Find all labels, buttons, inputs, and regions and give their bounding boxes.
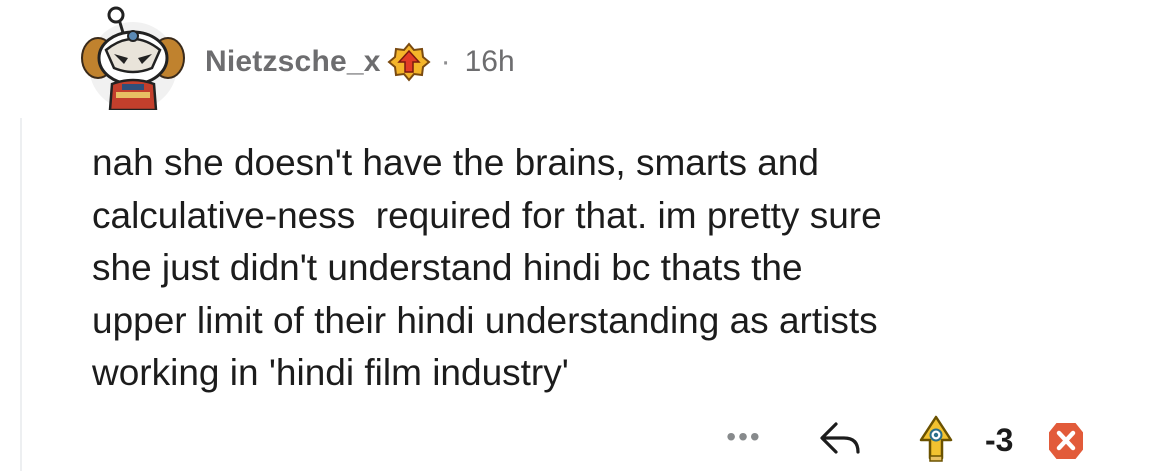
meta-separator: · — [440, 45, 451, 78]
snoo-avatar-icon — [81, 6, 185, 112]
comment-body: nah she doesn't have the brains, smarts … — [92, 142, 882, 393]
username[interactable]: Nietzsche_x — [205, 45, 381, 79]
achievement-badge-icon[interactable] — [387, 42, 431, 82]
comment-header: Nietzsche_x · 16h — [205, 40, 515, 84]
reply-button[interactable] — [816, 418, 864, 458]
reply-arrow-icon — [820, 422, 860, 454]
upvote-icon — [919, 415, 953, 462]
timestamp: 16h — [464, 45, 515, 78]
comment-actions: ••• -3 — [0, 410, 1170, 470]
downvote-button[interactable] — [1046, 420, 1086, 462]
avatar[interactable] — [78, 6, 188, 112]
more-options-button[interactable]: ••• — [718, 422, 770, 452]
vote-score: -3 — [985, 422, 1014, 458]
upvote-button[interactable] — [918, 414, 954, 464]
downvote-icon — [1047, 421, 1085, 461]
more-options-icon: ••• — [726, 421, 762, 452]
